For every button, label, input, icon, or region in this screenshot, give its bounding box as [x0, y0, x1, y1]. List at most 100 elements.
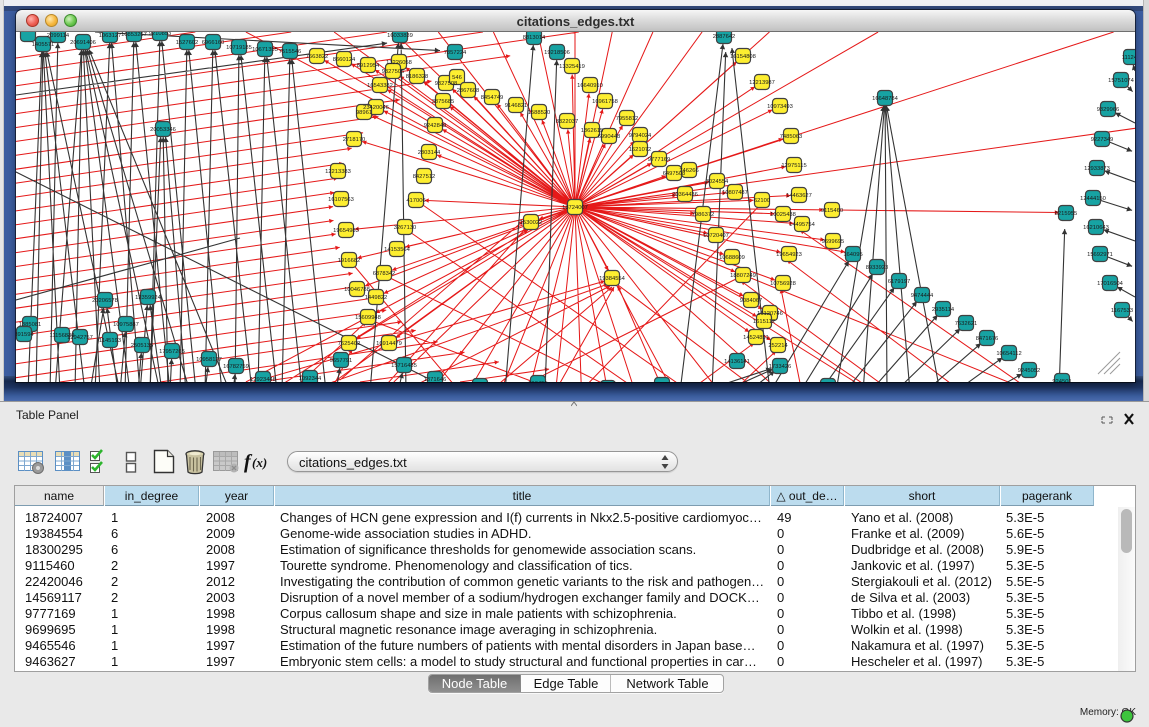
svg-text:9146821: 9146821 — [505, 103, 528, 109]
svg-text:2718170: 2718170 — [343, 137, 366, 143]
svg-text:6878342: 6878342 — [373, 271, 396, 277]
svg-text:14524851: 14524851 — [743, 335, 769, 341]
svg-text:16210643: 16210643 — [1083, 225, 1109, 231]
svg-text:8912954: 8912954 — [357, 63, 380, 69]
svg-text:10671355: 10671355 — [252, 47, 278, 53]
svg-text:252214: 252214 — [768, 343, 788, 349]
svg-text:8427512: 8427512 — [413, 174, 436, 180]
svg-text:9115460: 9115460 — [821, 208, 843, 214]
svg-text:3024554: 3024554 — [706, 179, 729, 185]
svg-text:98961: 98961 — [356, 110, 372, 116]
svg-text:20691406: 20691406 — [70, 40, 96, 46]
svg-text:1063127: 1063127 — [99, 33, 122, 39]
svg-text:9327508: 9327508 — [435, 81, 458, 87]
svg-text:10654112: 10654112 — [996, 351, 1021, 357]
svg-text:13325419: 13325419 — [559, 64, 585, 70]
svg-text:(x): (x) — [252, 455, 267, 470]
svg-text:6966160: 6966160 — [202, 40, 225, 46]
svg-text:16543382: 16543382 — [367, 83, 393, 89]
svg-text:6990448: 6990448 — [598, 134, 621, 140]
svg-text:9699695: 9699695 — [822, 239, 845, 245]
svg-text:10853267: 10853267 — [121, 32, 147, 38]
svg-text:924501: 924501 — [1052, 379, 1071, 382]
svg-text:1615112: 1615112 — [753, 319, 775, 325]
svg-text:9084067: 9084067 — [740, 298, 763, 304]
svg-text:20364436: 20364436 — [672, 192, 698, 198]
svg-text:10958127: 10958127 — [196, 357, 222, 363]
svg-text:9794024: 9794024 — [629, 133, 652, 139]
svg-text:9242848: 9242848 — [424, 123, 447, 129]
svg-text:8813014: 8813014 — [523, 35, 546, 41]
svg-text:16120746: 16120746 — [757, 311, 783, 317]
svg-text:1385081: 1385081 — [19, 322, 42, 328]
svg-text:8186328: 8186328 — [406, 74, 429, 80]
svg-text:12942757: 12942757 — [67, 335, 93, 341]
svg-text:17957265: 17957265 — [159, 349, 185, 355]
svg-text:15751074: 15751074 — [1108, 78, 1135, 84]
svg-text:7857224: 7857224 — [444, 50, 467, 56]
svg-text:9777169: 9777169 — [648, 157, 671, 163]
svg-text:10688609: 10688609 — [719, 255, 745, 261]
svg-text:10975887: 10975887 — [113, 322, 139, 328]
svg-text:1530022: 1530022 — [520, 220, 543, 226]
svg-text:10756928: 10756928 — [770, 281, 796, 287]
svg-text:417006: 417006 — [406, 198, 425, 204]
svg-text:2803144: 2803144 — [418, 150, 441, 156]
svg-text:1733426: 1733426 — [769, 364, 792, 370]
svg-text:15716485: 15716485 — [391, 363, 417, 369]
svg-text:7986372: 7986372 — [692, 212, 715, 218]
svg-text:20053346: 20053346 — [150, 127, 176, 133]
svg-text:19654923: 19654923 — [776, 252, 802, 258]
svg-text:19218506: 19218506 — [544, 50, 570, 56]
svg-text:16033839: 16033839 — [387, 33, 413, 39]
svg-text:10719185: 10719185 — [226, 45, 252, 51]
svg-text:8933923: 8933923 — [866, 265, 889, 271]
svg-text:14136141: 14136141 — [724, 359, 750, 365]
svg-text:1527602: 1527602 — [176, 40, 199, 46]
svg-text:3875685: 3875685 — [432, 99, 455, 105]
svg-text:2099114: 2099114 — [47, 33, 70, 39]
svg-text:1621072: 1621072 — [629, 147, 652, 153]
svg-text:1916682: 1916682 — [338, 258, 361, 264]
svg-text:7955812: 7955812 — [616, 116, 639, 122]
svg-text:2505135: 2505135 — [131, 343, 154, 349]
svg-text:1588520: 1588520 — [528, 110, 551, 116]
svg-text:8660124: 8660124 — [333, 57, 356, 63]
svg-text:1405571: 1405571 — [32, 42, 55, 48]
svg-text:16648784: 16648784 — [872, 96, 899, 102]
svg-text:16154808: 16154808 — [730, 54, 756, 60]
svg-text:164095: 164095 — [843, 252, 862, 258]
svg-text:10807487: 10807487 — [722, 190, 748, 196]
svg-text:18724007: 18724007 — [562, 205, 588, 211]
svg-text:17016504: 17016504 — [1097, 281, 1124, 287]
svg-text:2867608: 2867608 — [457, 88, 480, 94]
svg-text:15609948: 15609948 — [355, 315, 381, 321]
svg-text:19654983: 19654983 — [333, 228, 359, 234]
svg-text:111245: 111245 — [1122, 55, 1135, 61]
svg-text:13226058: 13226058 — [386, 60, 412, 66]
svg-text:9474444: 9474444 — [911, 293, 934, 299]
svg-text:7485063: 7485063 — [780, 134, 803, 140]
svg-text:16914479: 16914479 — [376, 341, 402, 347]
svg-text:12213987: 12213987 — [749, 80, 775, 86]
svg-text:7632621: 7632621 — [955, 321, 978, 327]
svg-text:7625402: 7625402 — [338, 341, 361, 347]
svg-text:9210853: 9210853 — [149, 32, 172, 37]
svg-text:10973493: 10973493 — [767, 104, 793, 110]
svg-text:2887642: 2887642 — [713, 34, 736, 40]
svg-text:10720407: 10720407 — [703, 233, 729, 239]
svg-text:6179197: 6179197 — [888, 279, 911, 285]
svg-text:7663822: 7663822 — [306, 54, 329, 60]
svg-text:12359924: 12359924 — [135, 295, 162, 301]
svg-text:546: 546 — [452, 75, 462, 81]
svg-text:8322037: 8322037 — [556, 119, 579, 125]
svg-text:8454749: 8454749 — [481, 95, 504, 101]
svg-text:12923448: 12923448 — [250, 377, 276, 382]
svg-text:9327505: 9327505 — [382, 69, 405, 75]
svg-text:14495754: 14495754 — [789, 222, 816, 228]
svg-text:16961758: 16961758 — [592, 99, 618, 105]
svg-text:14463627: 14463627 — [786, 193, 812, 199]
svg-text:1145193: 1145193 — [99, 338, 121, 344]
svg-text:1167533: 1167533 — [1111, 308, 1133, 314]
svg-text:391594: 391594 — [16, 332, 34, 338]
